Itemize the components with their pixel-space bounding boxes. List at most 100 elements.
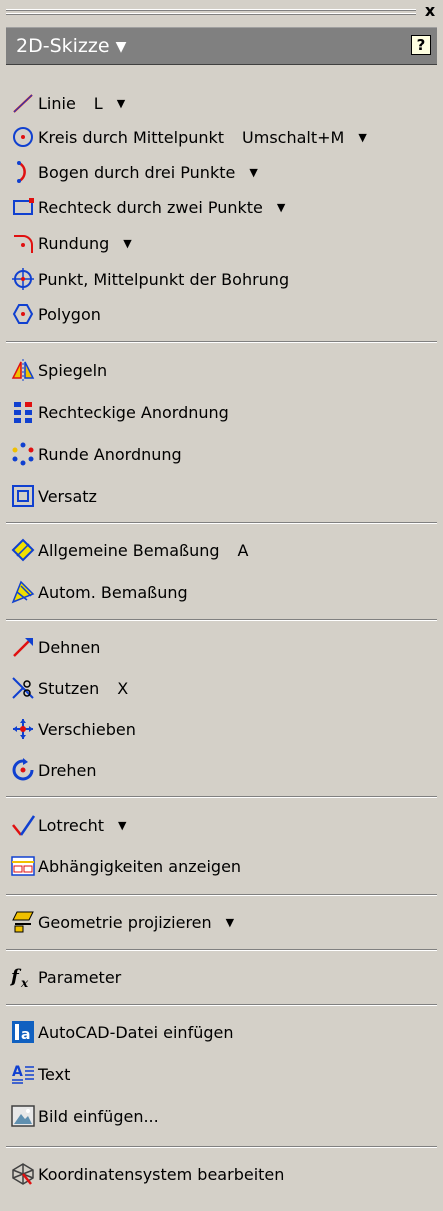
svg-text:a: a xyxy=(21,1027,30,1043)
tool-label: Punkt, Mittelpunkt der Bohrung xyxy=(38,269,290,289)
chevron-down-icon[interactable]: ▼ xyxy=(277,201,285,214)
tool-label: Autom. Bemaßung xyxy=(38,582,188,602)
panel-title-label: 2D-Skizze xyxy=(16,35,110,57)
tool-label: Rundung xyxy=(38,233,110,253)
tool-geometrie-projizieren[interactable]: Geometrie projizieren ▼ xyxy=(10,905,234,939)
chevron-down-icon[interactable]: ▼ xyxy=(226,916,234,929)
tool-abhaengigkeiten[interactable]: Abhängigkeiten anzeigen xyxy=(10,849,241,883)
arc-three-points-icon xyxy=(10,159,36,185)
perpendicular-icon xyxy=(10,812,36,838)
tool-label: Lotrecht xyxy=(38,815,104,835)
tool-autocad-einfuegen[interactable]: a AutoCAD-Datei einfügen xyxy=(10,1015,233,1049)
rectangular-pattern-icon xyxy=(10,399,36,425)
panel-header[interactable]: 2D-Skizze ▼ ? xyxy=(6,27,437,65)
separator xyxy=(6,619,437,621)
extend-icon xyxy=(10,634,36,660)
tool-koordinatensystem[interactable]: Koordinatensystem bearbeiten xyxy=(10,1157,284,1191)
chevron-down-icon: ▼ xyxy=(115,39,127,55)
tool-autom-bemassung[interactable]: Autom. Bemaßung xyxy=(10,575,188,609)
tool-label: Linie xyxy=(38,93,76,113)
circular-pattern-icon xyxy=(10,441,36,467)
tool-rechteck[interactable]: Rechteck durch zwei Punkte ▼ xyxy=(10,190,285,224)
tool-label: Dehnen xyxy=(38,637,101,657)
tool-label: Rechteckige Anordnung xyxy=(38,402,229,422)
auto-dimension-icon xyxy=(10,579,36,605)
move-icon xyxy=(10,716,36,742)
tool-label: Text xyxy=(38,1064,71,1084)
svg-text:x: x xyxy=(20,976,29,990)
sketch-panel: x 2D-Skizze ▼ ? Linie L ▼ Kreis durch Mit… xyxy=(0,0,443,1211)
chevron-down-icon[interactable]: ▼ xyxy=(118,819,126,832)
separator xyxy=(6,1146,437,1148)
tool-label: Verschieben xyxy=(38,719,136,739)
tool-shortcut: X xyxy=(117,678,129,698)
tool-label: Bogen durch drei Punkte xyxy=(38,162,236,182)
tool-punkt[interactable]: Punkt, Mittelpunkt der Bohrung xyxy=(10,262,289,296)
chevron-down-icon[interactable]: ▼ xyxy=(123,237,131,250)
tool-label: Bild einfügen... xyxy=(38,1106,159,1126)
fillet-icon xyxy=(10,230,36,256)
separator xyxy=(6,894,437,896)
tool-runde-anordnung[interactable]: Runde Anordnung xyxy=(10,437,182,471)
separator xyxy=(6,796,437,798)
chevron-down-icon[interactable]: ▼ xyxy=(358,131,366,144)
coordinate-system-icon xyxy=(10,1161,36,1187)
parameter-fx-icon: fx xyxy=(10,964,36,990)
general-dimension-icon xyxy=(10,537,36,563)
tool-rechteckige-anordnung[interactable]: Rechteckige Anordnung xyxy=(10,395,229,429)
tool-label: Parameter xyxy=(38,967,122,987)
tool-allgemeine-bemassung[interactable]: Allgemeine Bemaßung A xyxy=(10,533,248,567)
tool-text[interactable]: A Text xyxy=(10,1057,70,1091)
project-geometry-icon xyxy=(10,909,36,935)
tool-spiegeln[interactable]: Spiegeln xyxy=(10,353,107,387)
chevron-down-icon[interactable]: ▼ xyxy=(117,97,125,110)
tool-shortcut: Umschalt+M xyxy=(242,127,345,147)
tool-kreis[interactable]: Kreis durch Mittelpunkt Umschalt+M ▼ xyxy=(10,120,367,154)
chevron-down-icon[interactable]: ▼ xyxy=(249,166,257,179)
tool-rundung[interactable]: Rundung ▼ xyxy=(10,226,132,260)
help-button[interactable]: ? xyxy=(411,35,431,55)
tool-shortcut: L xyxy=(93,93,103,113)
tool-drehen[interactable]: Drehen xyxy=(10,753,97,787)
tool-label: Koordinatensystem bearbeiten xyxy=(38,1164,285,1184)
tool-label: Polygon xyxy=(38,304,101,324)
circle-center-icon xyxy=(10,124,36,150)
mirror-icon xyxy=(10,357,36,383)
separator xyxy=(6,341,437,343)
tool-label: Abhängigkeiten anzeigen xyxy=(38,856,242,876)
rotate-icon xyxy=(10,757,36,783)
trim-icon xyxy=(10,675,36,701)
separator xyxy=(6,949,437,951)
tool-verschieben[interactable]: Verschieben xyxy=(10,712,136,746)
polygon-icon xyxy=(10,301,36,327)
tool-bogen[interactable]: Bogen durch drei Punkte ▼ xyxy=(10,155,258,189)
tool-label: Runde Anordnung xyxy=(38,444,182,464)
tool-linie[interactable]: Linie L ▼ xyxy=(10,86,125,120)
tool-polygon[interactable]: Polygon xyxy=(10,297,101,331)
svg-text:A: A xyxy=(12,1064,23,1080)
insert-image-icon xyxy=(10,1103,36,1129)
tool-lotrecht[interactable]: Lotrecht ▼ xyxy=(10,808,126,842)
separator xyxy=(6,522,437,524)
tool-bild-einfuegen[interactable]: Bild einfügen... xyxy=(10,1099,159,1133)
tool-stutzen[interactable]: Stutzen X xyxy=(10,671,128,705)
point-hole-center-icon xyxy=(10,266,36,292)
tool-dehnen[interactable]: Dehnen xyxy=(10,630,100,664)
tool-label: Geometrie projizieren xyxy=(38,912,212,932)
line-icon xyxy=(10,90,36,116)
tool-shortcut: A xyxy=(237,540,249,560)
rectangle-icon xyxy=(10,194,36,220)
panel-grip[interactable] xyxy=(6,6,416,18)
autocad-insert-icon: a xyxy=(10,1019,36,1045)
separator xyxy=(6,1004,437,1006)
tool-label: Versatz xyxy=(38,486,97,506)
tool-label: Drehen xyxy=(38,760,97,780)
tool-versatz[interactable]: Versatz xyxy=(10,479,97,513)
tool-label: Kreis durch Mittelpunkt xyxy=(38,127,225,147)
tool-label: Spiegeln xyxy=(38,360,108,380)
tool-parameter[interactable]: fx Parameter xyxy=(10,960,121,994)
panel-title[interactable]: 2D-Skizze ▼ xyxy=(16,28,126,64)
tool-label: Stutzen xyxy=(38,678,100,698)
offset-icon xyxy=(10,483,36,509)
close-icon[interactable]: x xyxy=(421,0,439,22)
